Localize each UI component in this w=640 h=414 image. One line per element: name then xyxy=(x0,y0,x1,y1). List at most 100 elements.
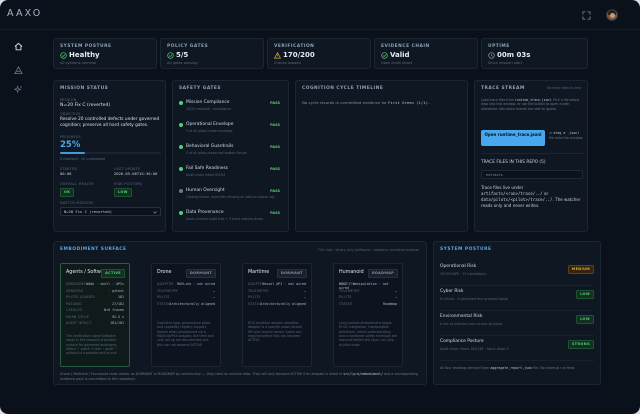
embodiment-row: SENSORS · pytest xyxy=(66,288,124,293)
system-posture-panel: SYSTEM POSTURE Operational Risk 3/5 ESCAP… xyxy=(433,241,601,385)
mission-status-panel: MISSION STATUS MISSION N=20 Fix C (rever… xyxy=(53,80,166,232)
posture-desc: 0 out of untimed runs across all pilots xyxy=(440,322,503,326)
posture-footer: All four readings derived from aggregate… xyxy=(440,366,576,370)
embodiment-row: PILOTS — xyxy=(339,295,397,299)
updated-value: 2026-05-06T15:36:00 xyxy=(114,171,158,176)
posture-name: Environmental Risk xyxy=(440,314,483,319)
gate-pass-badge: PASS xyxy=(270,167,280,171)
embodiment-status-badge: DORMANT xyxy=(276,269,307,278)
progress-note: 5 resolved · 15 unresolved xyxy=(60,157,106,161)
risk-posture-badge: LOW xyxy=(114,188,132,197)
embodiment-card-desc: ROS maritime domain identifier. Adapter … xyxy=(248,321,302,343)
embodiment-row: TELEMETRY — xyxy=(248,288,306,293)
app-window: AAXO SYSTEM POSTURE Healthy All systems … xyxy=(0,0,640,414)
posture-level-badge: STRONG xyxy=(567,340,594,349)
user-avatar[interactable] xyxy=(606,9,618,21)
clock-icon xyxy=(488,52,495,59)
embodiment-card-title: Drone xyxy=(157,270,172,275)
embodiment-footnote: Drone / Maritime / Humanoid cards render… xyxy=(60,372,418,381)
gate-status-dot xyxy=(179,167,183,171)
trace-file-item[interactable]: extracts xyxy=(481,170,583,179)
gate-desc: Audit chain intact 5/5/43 xyxy=(186,173,226,177)
open-trace-button[interactable]: Open runtime_trace.jsonl xyxy=(481,130,545,146)
embodiment-row: PILOTS — xyxy=(248,295,306,299)
progress-value: 25% xyxy=(60,140,81,150)
posture-level-badge: LOW xyxy=(576,315,594,324)
embodiment-card-title: Maritime xyxy=(248,270,270,275)
embodiment-status-badge: ROADMAP xyxy=(367,269,398,278)
gate-desc: 20/20 resolved · compliance xyxy=(186,107,232,111)
embodiment-card-title: Humanoid xyxy=(339,270,364,275)
gate-pass-badge: PASS xyxy=(270,189,280,193)
gate-desc: 5 of all pilots inside envelope xyxy=(186,129,233,133)
gate-desc: Hash-chained audit trail + 3 trace witne… xyxy=(186,217,264,221)
embodiment-row: TELEMETRY — xyxy=(157,288,215,293)
brand-logo: AAXO xyxy=(7,8,43,19)
gate-status-dot xyxy=(179,123,183,127)
posture-row: Environmental Risk 0 out of untimed runs … xyxy=(440,314,594,336)
gate-name: Fail Safe Readiness xyxy=(186,166,229,171)
embodiment-row: STATUS Roadmap xyxy=(339,301,397,306)
embodiment-card-desc: Long horizon embodiment target. ROS2 int… xyxy=(339,321,397,347)
check-circle-icon xyxy=(60,52,67,59)
posture-row: Compliance Posture Audit chain intact 161… xyxy=(440,339,594,361)
gate-status-dot xyxy=(179,101,183,105)
embodiment-card-maritime[interactable]: Maritime DORMANT ADAPTER Vessel API · not w… xyxy=(242,263,312,367)
safety-gates-panel: SAFETY GATES Mission Compliance 20/20 res… xyxy=(172,80,289,232)
embodiment-status-badge: DORMANT xyxy=(185,269,216,278)
kpi-uptime: UPTIME 00m 03s Since mission start xyxy=(481,38,588,69)
top-bar: AAXO xyxy=(0,0,640,30)
trace-files-title: TRACE FILES IN THIS REPO (5) xyxy=(481,160,546,165)
gate-name: Data Provenance xyxy=(186,210,224,215)
gate-desc: Catalog frozen, overrides missing on saf… xyxy=(186,195,274,199)
embodiment-card-agents-software[interactable]: Agents / Software ACTIVE EMBODIMENT code · … xyxy=(60,263,130,367)
posture-desc: 0 critical · 0 governed fine grained sig… xyxy=(440,297,508,301)
embodiment-card-drone[interactable]: Drone DORMANT ADAPTER MAVLink · not wired TE… xyxy=(151,263,221,367)
progress-fill xyxy=(60,152,86,154)
embodiment-row: STATUS Architecturally aligned xyxy=(157,301,215,306)
layers-icon[interactable] xyxy=(14,66,23,75)
drag-hint: or drag a .jsonl file onto the window. xyxy=(549,131,584,140)
gate-status-dot xyxy=(179,211,183,215)
sparkles-icon[interactable] xyxy=(14,85,23,94)
trace-body: Trace files live under artifacts/<run>/t… xyxy=(481,185,581,208)
embodiment-row: ADAPTER ROS2 / manipulation · not wired xyxy=(339,282,389,291)
kpi-policy-gates: POLICY GATES 5/5 All gates passing xyxy=(160,38,264,69)
embodiment-row: TELEMETRY — xyxy=(339,288,397,293)
embodiment-card-humanoid[interactable]: Humanoid ROADMAP ADAPTER ROS2 / manipulatio… xyxy=(333,263,403,367)
gate-pass-badge: PASS xyxy=(270,101,280,105)
posture-level-badge: MEDIUM xyxy=(567,265,594,274)
mission-select[interactable]: N=20 Fix C (reverted) xyxy=(60,207,161,216)
gate-name: Behavioral Guardrails xyxy=(186,144,234,149)
posture-name: Cyber Risk xyxy=(440,289,464,294)
embodiment-row: AUDIT INTACT 181/181 xyxy=(66,321,124,325)
kpi-verification: VERIFICATION 170/200 Checks passed xyxy=(267,38,371,69)
gate-name: Operational Envelope xyxy=(186,122,234,127)
embodiment-row: ADAPTER MAVLink · not wired xyxy=(157,282,215,286)
embodiment-status-badge: ACTIVE xyxy=(101,269,125,278)
expand-icon[interactable] xyxy=(582,11,591,20)
trace-intro: Load trace files from runtime_trace.json… xyxy=(481,98,580,111)
embodiment-row: PILOTS — xyxy=(157,295,215,299)
gate-status-dot xyxy=(179,189,183,193)
overall-health-badge: OK xyxy=(60,188,75,197)
posture-desc: 3/5 ESCAPE · 15 escalations xyxy=(440,272,487,276)
check-circle-icon xyxy=(167,52,174,59)
gate-pass-badge: PASS xyxy=(270,211,280,215)
cognition-timeline-panel: COGNITION CYCLE TIMELINE No cycle record… xyxy=(295,80,468,232)
gate-desc: 0 of all pilots preserved broken fixture xyxy=(186,151,247,155)
timeline-empty-text: No cycle records in committed evidence f… xyxy=(302,100,431,105)
embodiment-row: STATUS Architecturally aligned xyxy=(248,301,306,306)
trace-stream-panel: TRACE STREAM No trace feed in view Load … xyxy=(474,80,588,232)
posture-level-badge: LOW xyxy=(576,290,594,299)
home-icon[interactable] xyxy=(14,42,23,51)
gate-name: Mission Compliance xyxy=(186,100,230,105)
started-value: 00:00 xyxy=(60,171,72,176)
embodiment-row: ADAPTER Vessel API · not wired xyxy=(248,282,306,286)
embodiment-card-desc: Cognitive loop, governance gates and cap… xyxy=(157,321,214,347)
kpi-system-posture: SYSTEM POSTURE Healthy All systems nomin… xyxy=(53,38,157,69)
embodiment-row: EMBODIMENT code · shell · APIs xyxy=(66,282,124,286)
mission-objective: Resolve 20 controlled defects under gove… xyxy=(60,117,160,128)
gate-pass-badge: PASS xyxy=(270,145,280,149)
gate-pass-badge: PASS xyxy=(270,123,280,127)
